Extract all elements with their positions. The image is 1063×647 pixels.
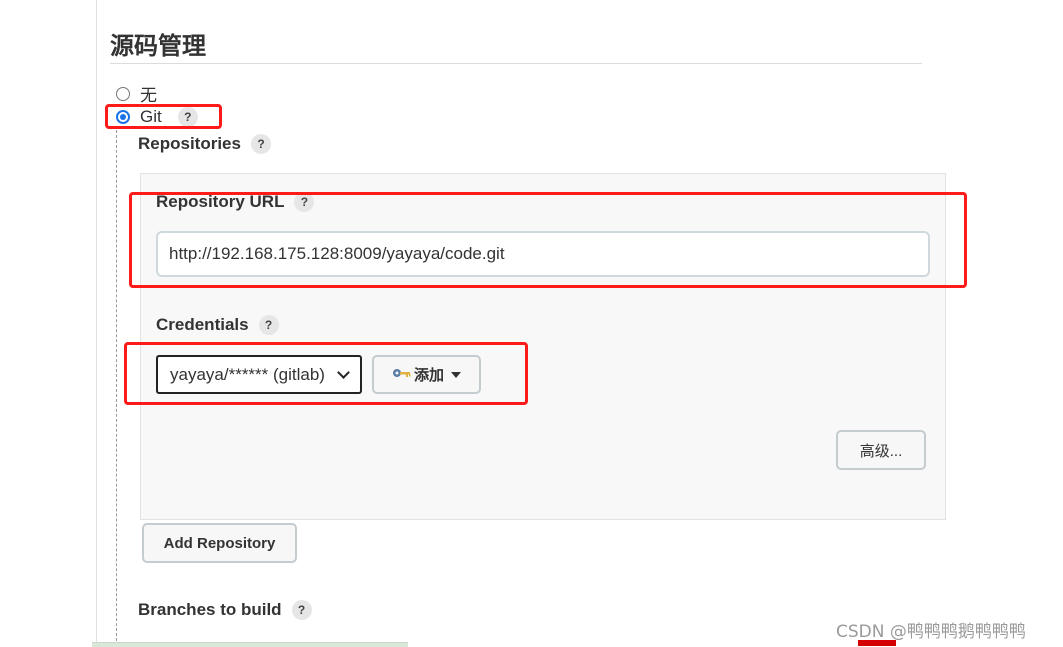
scm-option-none-label: 无 <box>140 86 157 105</box>
add-repository-button[interactable]: Add Repository <box>142 523 297 563</box>
git-config-indent-line <box>116 130 117 646</box>
title-divider <box>110 63 922 64</box>
highlight-repository-url <box>129 192 967 288</box>
branches-help-icon[interactable]: ? <box>291 600 312 620</box>
advanced-button[interactable]: 高级... <box>836 430 926 470</box>
repositories-help-icon[interactable]: ? <box>250 134 271 154</box>
highlight-credentials <box>124 342 528 405</box>
credentials-help-icon[interactable]: ? <box>258 315 279 335</box>
branches-to-build-label: Branches to build ? <box>138 600 312 620</box>
credentials-label: Credentials ? <box>156 315 279 335</box>
radio-none[interactable] <box>116 86 130 101</box>
left-divider <box>96 0 97 646</box>
repositories-label: Repositories ? <box>138 134 271 154</box>
bottom-edge-strip <box>92 642 408 647</box>
scm-option-none[interactable]: 无 <box>116 81 157 106</box>
bottom-edge-marker <box>858 640 896 646</box>
section-title: 源码管理 <box>110 32 206 60</box>
highlight-git <box>105 104 222 129</box>
watermark: CSDN @鸭鸭鸭鹅鸭鸭鸭 <box>836 622 1026 642</box>
